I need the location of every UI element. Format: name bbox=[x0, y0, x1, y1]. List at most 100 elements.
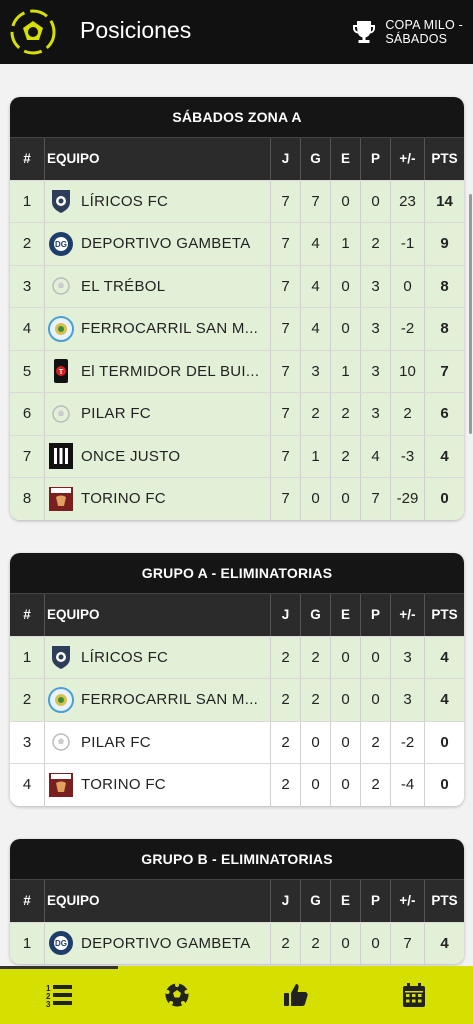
table-row[interactable]: 4 TORINO FC 2 0 0 2 -4 0 bbox=[10, 763, 464, 806]
standings-content[interactable]: SÁBADOS ZONA A # EQUIPO J G E P +/- PTS 1 LÍRICOS … bbox=[0, 64, 473, 966]
column-header-diff: +/- bbox=[390, 138, 424, 180]
points-value: 4 bbox=[424, 636, 464, 678]
column-header-p: P bbox=[360, 138, 390, 180]
table-row[interactable]: 2 FERROCARRIL SAN M... 2 2 0 0 3 4 bbox=[10, 678, 464, 721]
row-position: 3 bbox=[22, 733, 32, 751]
team-cell[interactable]: LÍRICOS FC bbox=[44, 180, 270, 222]
team-crest-icon bbox=[47, 400, 75, 428]
table-row[interactable]: 1 LÍRICOS FC 7 7 0 0 23 14 bbox=[10, 179, 464, 222]
nav-favorites[interactable] bbox=[237, 966, 355, 1024]
lost-value: 7 bbox=[360, 478, 390, 520]
table-row[interactable]: 8 TORINO FC 7 0 0 7 -29 0 bbox=[10, 477, 464, 520]
table-row[interactable]: 7 ONCE JUSTO 7 1 2 4 -3 4 bbox=[10, 434, 464, 477]
drawn-value: 0 bbox=[330, 721, 360, 763]
row-position: 8 bbox=[22, 490, 32, 508]
table-row[interactable]: 1 LÍRICOS FC 2 2 0 0 3 4 bbox=[10, 635, 464, 678]
played-value: 7 bbox=[270, 393, 300, 435]
team-name: ONCE JUSTO bbox=[81, 447, 181, 465]
team-cell[interactable]: T El TERMIDOR DEL BUI... bbox=[44, 350, 270, 392]
table-row[interactable]: 1 DG DEPORTIVO GAMBETA 2 2 0 0 7 4 bbox=[10, 921, 464, 964]
played-value: 7 bbox=[270, 308, 300, 350]
team-cell[interactable]: FERROCARRIL SAN M... bbox=[44, 679, 270, 721]
table-row[interactable]: 2 DG DEPORTIVO GAMBETA 7 4 1 2 -1 9 bbox=[10, 222, 464, 265]
team-name: PILAR FC bbox=[81, 405, 151, 423]
team-name: LÍRICOS FC bbox=[81, 192, 169, 210]
column-header-p: P bbox=[360, 594, 390, 636]
nav-calendar[interactable] bbox=[355, 966, 473, 1024]
won-value: 4 bbox=[300, 265, 330, 307]
standings-table: GRUPO A - ELIMINATORIAS # EQUIPO J G E P +/- PTS… bbox=[10, 553, 464, 806]
team-name: DEPORTIVO GAMBETA bbox=[81, 934, 251, 952]
nav-matches[interactable] bbox=[118, 966, 236, 1024]
table-row[interactable]: 5 T El TERMIDOR DEL BUI... 7 3 1 3 10 7 bbox=[10, 349, 464, 392]
points-value: 9 bbox=[424, 223, 464, 265]
team-crest-icon bbox=[47, 187, 75, 215]
table-row[interactable]: 3 PILAR FC 2 0 0 2 -2 0 bbox=[10, 720, 464, 763]
scrollbar[interactable] bbox=[469, 194, 472, 434]
won-value: 4 bbox=[300, 223, 330, 265]
team-crest-icon bbox=[47, 315, 75, 343]
goal-diff-value: -2 bbox=[390, 308, 424, 350]
points-value: 8 bbox=[424, 265, 464, 307]
drawn-value: 0 bbox=[330, 764, 360, 806]
team-cell[interactable]: DG DEPORTIVO GAMBETA bbox=[44, 223, 270, 265]
team-cell[interactable]: DG DEPORTIVO GAMBETA bbox=[44, 922, 270, 964]
nav-standings[interactable]: 1 2 3 bbox=[0, 966, 118, 1024]
goal-diff-value: -29 bbox=[390, 478, 424, 520]
page-title: Posiciones bbox=[80, 17, 192, 43]
column-header-g: G bbox=[300, 138, 330, 180]
column-header-diff: +/- bbox=[390, 880, 424, 922]
app-header: Posiciones COPA MILO - SÁBADOS bbox=[0, 0, 473, 64]
lost-value: 2 bbox=[360, 223, 390, 265]
played-value: 2 bbox=[270, 764, 300, 806]
team-cell[interactable]: PILAR FC bbox=[44, 393, 270, 435]
tournament-name-line2: SÁBADOS bbox=[385, 32, 448, 46]
won-value: 2 bbox=[300, 922, 330, 964]
row-position: 7 bbox=[22, 447, 32, 465]
won-value: 0 bbox=[300, 721, 330, 763]
row-position: 1 bbox=[22, 192, 32, 210]
table-row[interactable]: 6 PILAR FC 7 2 2 3 2 6 bbox=[10, 392, 464, 435]
team-crest-icon bbox=[47, 771, 75, 799]
drawn-value: 1 bbox=[330, 223, 360, 265]
goal-diff-value: 2 bbox=[390, 393, 424, 435]
won-value: 4 bbox=[300, 308, 330, 350]
team-crest-icon bbox=[47, 485, 75, 513]
column-header-e: E bbox=[330, 880, 360, 922]
table-title: GRUPO A - ELIMINATORIAS bbox=[10, 553, 464, 593]
team-cell[interactable]: FERROCARRIL SAN M... bbox=[44, 308, 270, 350]
played-value: 7 bbox=[270, 265, 300, 307]
row-position: 2 bbox=[22, 235, 32, 253]
points-value: 8 bbox=[424, 308, 464, 350]
played-value: 7 bbox=[270, 435, 300, 477]
svg-text:DG: DG bbox=[55, 939, 67, 948]
team-cell[interactable]: ONCE JUSTO bbox=[44, 435, 270, 477]
team-cell[interactable]: TORINO FC bbox=[44, 764, 270, 806]
lost-value: 2 bbox=[360, 764, 390, 806]
played-value: 7 bbox=[270, 180, 300, 222]
tournament-selector[interactable]: COPA MILO - SÁBADOS bbox=[351, 18, 463, 46]
bottom-nav: 1 2 3 bbox=[0, 966, 473, 1024]
svg-text:T: T bbox=[59, 369, 64, 376]
app-logo-icon[interactable] bbox=[10, 9, 56, 55]
played-value: 2 bbox=[270, 636, 300, 678]
column-header-j: J bbox=[270, 880, 300, 922]
team-name: FERROCARRIL SAN M... bbox=[81, 691, 259, 709]
team-name: LÍRICOS FC bbox=[81, 648, 169, 666]
row-position: 5 bbox=[22, 362, 32, 380]
trophy-icon bbox=[353, 21, 376, 43]
row-position: 1 bbox=[22, 934, 32, 952]
team-cell[interactable]: PILAR FC bbox=[44, 721, 270, 763]
column-header-pos: # bbox=[23, 151, 31, 167]
table-title: GRUPO B - ELIMINATORIAS bbox=[10, 839, 464, 879]
points-value: 7 bbox=[424, 350, 464, 392]
table-row[interactable]: 3 EL TRÉBOL 7 4 0 3 0 8 bbox=[10, 264, 464, 307]
goal-diff-value: 7 bbox=[390, 922, 424, 964]
table-row[interactable]: 4 FERROCARRIL SAN M... 7 4 0 3 -2 8 bbox=[10, 307, 464, 350]
team-cell[interactable]: LÍRICOS FC bbox=[44, 636, 270, 678]
team-cell[interactable]: EL TRÉBOL bbox=[44, 265, 270, 307]
team-cell[interactable]: TORINO FC bbox=[44, 478, 270, 520]
column-header-pts: PTS bbox=[424, 880, 464, 922]
points-value: 4 bbox=[424, 679, 464, 721]
played-value: 7 bbox=[270, 478, 300, 520]
